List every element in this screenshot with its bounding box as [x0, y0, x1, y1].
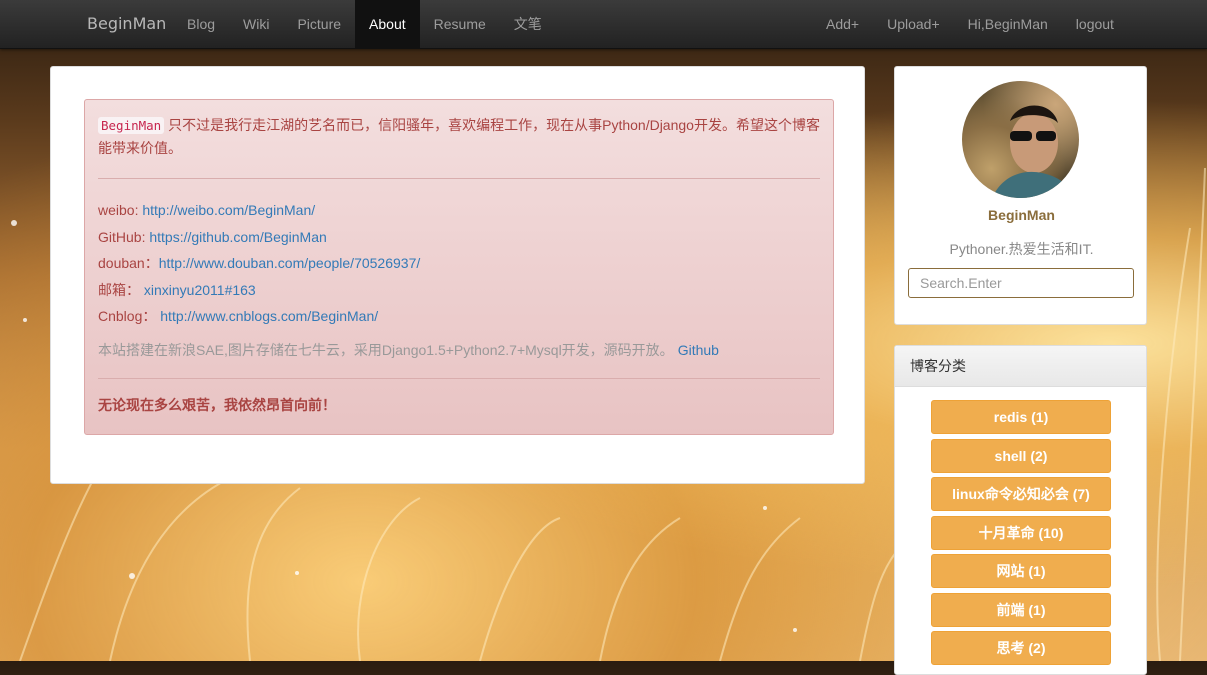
- user-nav: Add+ Upload+ Hi,BeginMan logout: [812, 0, 1128, 48]
- github-link[interactable]: https://github.com/BeginMan: [149, 229, 326, 245]
- intro-body: 只不过是我行走江湖的艺名而已，信阳骚年，喜欢编程工作，现在从事Python/Dj…: [98, 117, 820, 156]
- name-code: BeginMan: [98, 117, 165, 134]
- divider: [98, 178, 820, 179]
- nav-upload[interactable]: Upload+: [873, 0, 954, 48]
- link-row-weibo: weibo: http://weibo.com/BeginMan/: [98, 197, 820, 224]
- link-row-douban: douban：http://www.douban.com/people/7052…: [98, 250, 820, 277]
- nav-about[interactable]: About: [355, 0, 420, 48]
- nav-writing[interactable]: 文笔: [500, 0, 556, 48]
- about-panel: BeginMan 只不过是我行走江湖的艺名而已，信阳骚年，喜欢编程工作，现在从事…: [50, 66, 865, 484]
- email-link[interactable]: xinxinyu2011#163: [144, 282, 256, 298]
- search-input[interactable]: [908, 268, 1134, 298]
- link-label-github: GitHub:: [98, 228, 150, 245]
- nav-add[interactable]: Add+: [812, 0, 873, 48]
- link-label-cnblog: Cnblog：: [98, 308, 161, 324]
- nav-picture[interactable]: Picture: [283, 0, 355, 48]
- weibo-link[interactable]: http://weibo.com/BeginMan/: [142, 202, 315, 218]
- category-button-october[interactable]: 十月革命 (10): [931, 515, 1111, 550]
- nav-blog[interactable]: Blog: [173, 0, 229, 48]
- site-note-text: 本站搭建在新浪SAE,图片存储在七牛云，采用Django1.5+Python2.…: [98, 341, 674, 358]
- cnblog-link[interactable]: http://www.cnblogs.com/BeginMan/: [160, 308, 378, 324]
- motto-text: 无论现在多么艰苦，我依然昂首向前！: [98, 396, 336, 413]
- link-row-email: 邮箱： xinxinyu2011#163: [98, 277, 820, 304]
- avatar-portrait-icon: [992, 105, 1074, 198]
- avatar: [962, 81, 1079, 198]
- nav-wiki[interactable]: Wiki: [229, 0, 283, 48]
- category-list: redis (1) shell (2) linux命令必知必会 (7) 十月革命…: [931, 400, 1111, 670]
- nav-logout[interactable]: logout: [1062, 0, 1128, 48]
- category-button-linux[interactable]: linux命令必知必会 (7): [931, 477, 1111, 511]
- site-note: 本站搭建在新浪SAE,图片存储在七牛云，采用Django1.5+Python2.…: [98, 340, 820, 360]
- link-label-weibo: weibo:: [98, 202, 143, 218]
- brand-link[interactable]: BeginMan: [87, 0, 166, 48]
- link-row-cnblog: Cnblog： http://www.cnblogs.com/BeginMan/: [98, 303, 820, 330]
- category-button-website[interactable]: 网站 (1): [931, 554, 1111, 588]
- category-button-frontend[interactable]: 前端 (1): [931, 592, 1111, 627]
- nav-user-greeting[interactable]: Hi,BeginMan: [954, 0, 1062, 48]
- profile-description: Pythoner.热爱生活和IT.: [949, 241, 1094, 257]
- divider: [98, 377, 820, 379]
- source-github-link[interactable]: Github: [678, 342, 719, 358]
- nav-resume[interactable]: Resume: [420, 0, 500, 48]
- category-heading: 博客分类: [895, 346, 1146, 387]
- link-label-email: 邮箱：: [98, 281, 144, 298]
- top-navbar: BeginMan Blog Wiki Picture About Resume …: [0, 0, 1207, 49]
- about-alert-box: BeginMan 只不过是我行走江湖的艺名而已，信阳骚年，喜欢编程工作，现在从事…: [84, 99, 834, 435]
- douban-link[interactable]: http://www.douban.com/people/70526937/: [159, 255, 421, 271]
- profile-panel: BeginMan Pythoner.热爱生活和IT.: [894, 66, 1147, 325]
- category-button-thinking[interactable]: 思考 (2): [931, 631, 1111, 665]
- main-nav: Blog Wiki Picture About Resume 文笔: [173, 0, 556, 48]
- link-row-github: GitHub: https://github.com/BeginMan: [98, 224, 820, 251]
- contact-links: weibo: http://weibo.com/BeginMan/ GitHub…: [98, 197, 820, 330]
- profile-name: BeginMan: [988, 207, 1055, 223]
- category-panel: 博客分类 redis (1) shell (2) linux命令必知必会 (7)…: [894, 345, 1147, 675]
- link-label-douban: douban：: [98, 255, 159, 271]
- category-button-shell[interactable]: shell (2): [931, 438, 1111, 473]
- category-button-redis[interactable]: redis (1): [931, 400, 1111, 434]
- intro-text: BeginMan 只不过是我行走江湖的艺名而已，信阳骚年，喜欢编程工作，现在从事…: [98, 114, 820, 160]
